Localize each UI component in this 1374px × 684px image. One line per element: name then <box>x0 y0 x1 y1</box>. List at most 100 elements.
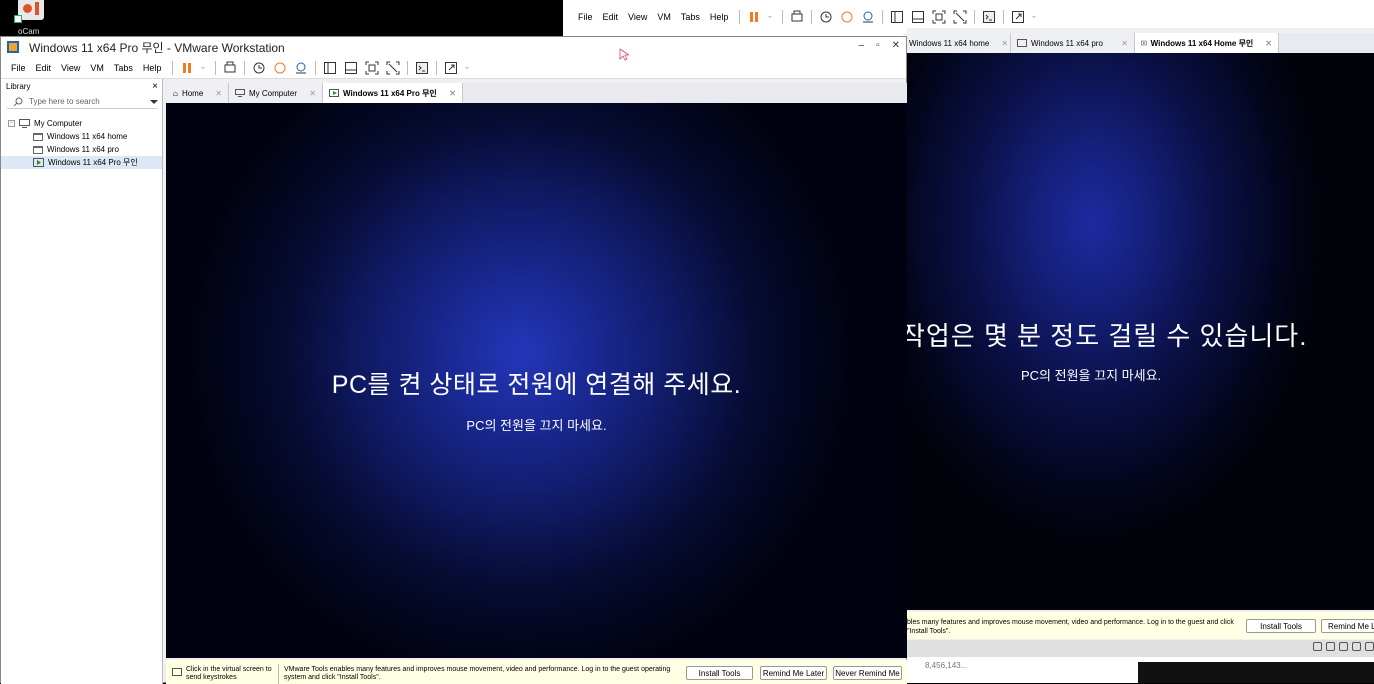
thumbnail-preview[interactable] <box>1138 662 1374 683</box>
snapshot-manager-icon[interactable] <box>294 61 308 75</box>
close-icon[interactable]: ✕ <box>1113 39 1128 48</box>
remind-me-later-button[interactable]: Remind Me Lat <box>1321 619 1374 633</box>
notification-divider <box>278 664 279 684</box>
install-tools-button[interactable]: Install Tools <box>686 666 753 680</box>
full-screen-icon[interactable] <box>932 10 946 24</box>
menu-file[interactable]: File <box>6 63 31 73</box>
pause-icon[interactable] <box>180 61 194 75</box>
close-icon[interactable]: ✕ <box>993 39 1008 48</box>
console-view-icon[interactable] <box>982 10 996 24</box>
maximize-icon[interactable]: ▫ <box>876 40 880 51</box>
tree-item-win11-pro-unattended[interactable]: Windows 11 x64 Pro 무인 <box>1 156 162 169</box>
close-icon[interactable]: ✕ <box>892 40 900 51</box>
tree-node-my-computer[interactable]: − My Computer <box>1 117 162 130</box>
toolbar-separator <box>739 10 741 24</box>
keystroke-hint-text: Click in the virtual screen to send keys… <box>186 666 272 681</box>
dropdown-arrow-icon[interactable] <box>150 98 158 106</box>
back-tab-bar: Windows 11 x64 home ✕ Windows 11 x64 pro… <box>903 33 1374 53</box>
back-menu-tabs[interactable]: Tabs <box>676 12 705 22</box>
library-close-icon[interactable]: × <box>152 81 158 92</box>
console-view-icon[interactable] <box>415 61 429 75</box>
toolbar-separator <box>436 60 438 75</box>
front-title-bar[interactable]: Windows 11 x64 Pro 무인 - VMware Workstati… <box>1 37 906 57</box>
back-menu-file[interactable]: File <box>573 12 598 22</box>
back-menu-help[interactable]: Help <box>705 12 734 22</box>
back-menu-edit[interactable]: Edit <box>598 12 624 22</box>
minimize-icon[interactable]: – <box>859 40 865 51</box>
keystroke-hint: Click in the virtual screen to send keys… <box>172 666 272 682</box>
thumbnail-bar-icon[interactable] <box>344 61 358 75</box>
chevron-down-icon[interactable] <box>768 10 775 24</box>
snapshot-icon[interactable] <box>819 10 833 24</box>
send-ctrl-alt-del-icon[interactable] <box>223 61 237 75</box>
thumbnail-bar-icon[interactable] <box>911 10 925 24</box>
window-title: Windows 11 x64 Pro 무인 - VMware Workstati… <box>29 40 285 55</box>
vm-heading: PC를 켠 상태로 전원에 연결해 주세요. <box>331 371 742 399</box>
hdd-icon[interactable] <box>1313 642 1322 651</box>
toolbar-separator <box>244 60 246 75</box>
chevron-down-icon[interactable] <box>1032 10 1039 24</box>
vm-icon <box>33 145 43 154</box>
revert-snapshot-icon[interactable] <box>273 61 287 75</box>
tab-label: Home <box>181 88 204 98</box>
menu-view[interactable]: View <box>56 63 85 73</box>
computer-icon <box>235 89 245 97</box>
unity-icon[interactable] <box>953 10 967 24</box>
revert-snapshot-icon[interactable] <box>840 10 854 24</box>
snapshot-manager-icon[interactable] <box>861 10 875 24</box>
search-input[interactable]: Type here to search <box>29 97 144 106</box>
tab-win11-pro-unattended[interactable]: Windows 11 x64 Pro 무인 ✕ <box>323 83 463 103</box>
front-vm-screen[interactable]: PC를 켠 상태로 전원에 연결해 주세요. PC의 전원을 끄지 마세요. <box>166 103 907 658</box>
full-screen-icon[interactable] <box>365 61 379 75</box>
snapshot-icon[interactable] <box>252 61 266 75</box>
back-tab-home-vm[interactable]: Windows 11 x64 home ✕ <box>903 33 1011 53</box>
ocam-desktop-shortcut[interactable]: oCam <box>10 0 50 38</box>
close-icon[interactable]: ✕ <box>301 89 316 98</box>
menu-tabs[interactable]: Tabs <box>109 63 138 73</box>
menu-edit[interactable]: Edit <box>31 63 57 73</box>
back-tools-notification: bles many features and improves mouse mo… <box>907 612 1374 639</box>
printer-icon[interactable] <box>1352 642 1361 651</box>
front-vmware-window[interactable]: Windows 11 x64 Pro 무인 - VMware Workstati… <box>0 36 907 684</box>
tab-home[interactable]: Home ✕ <box>167 83 229 103</box>
tab-my-computer[interactable]: My Computer ✕ <box>229 83 323 103</box>
tab-label: Windows 11 x64 pro <box>1031 38 1103 48</box>
tree-item-label: Windows 11 x64 home <box>47 132 128 141</box>
install-tools-button[interactable]: Install Tools <box>1246 619 1316 633</box>
stretch-guest-icon[interactable] <box>1011 10 1025 24</box>
vmware-app-icon <box>7 41 19 53</box>
back-vm-screen[interactable]: 작업은 몇 분 정도 걸릴 수 있습니다. PC의 전원을 끄지 마세요. <box>901 53 1374 610</box>
front-tab-bar: Home ✕ My Computer ✕ Windows 11 x64 Pro … <box>167 83 907 103</box>
network-icon[interactable] <box>1339 642 1348 651</box>
show-library-icon[interactable] <box>323 61 337 75</box>
stretch-guest-icon[interactable] <box>444 61 458 75</box>
back-tab-pro-vm[interactable]: Windows 11 x64 pro ✕ <box>1011 33 1135 53</box>
menu-help[interactable]: Help <box>138 63 167 73</box>
back-menu-vm[interactable]: VM <box>652 12 676 22</box>
collapse-icon[interactable]: − <box>8 120 15 127</box>
cd-icon[interactable] <box>1326 642 1335 651</box>
close-icon[interactable]: ✕ <box>441 89 456 98</box>
library-tree: − My Computer Windows 11 x64 home Window… <box>1 117 162 169</box>
show-library-icon[interactable] <box>890 10 904 24</box>
pause-icon[interactable] <box>747 10 761 24</box>
back-tab-home-unattended[interactable]: Windows 11 x64 Home 무인 ✕ <box>1135 33 1279 53</box>
unity-icon[interactable] <box>386 61 400 75</box>
tree-item-win11-home[interactable]: Windows 11 x64 home <box>1 130 162 143</box>
send-ctrl-alt-del-icon[interactable] <box>790 10 804 24</box>
tree-item-win11-pro[interactable]: Windows 11 x64 pro <box>1 143 162 156</box>
library-panel: Library × Type here to search − My Compu… <box>1 79 163 684</box>
never-remind-me-button[interactable]: Never Remind Me <box>833 666 902 680</box>
back-menu-view[interactable]: View <box>623 12 652 22</box>
usb-icon[interactable] <box>1365 642 1374 651</box>
vm-heading: 작업은 몇 분 정도 걸릴 수 있습니다. <box>901 321 1308 351</box>
home-icon <box>173 90 178 96</box>
library-search[interactable]: Type here to search <box>7 95 158 109</box>
close-icon[interactable]: ✕ <box>1257 39 1272 48</box>
chevron-down-icon[interactable] <box>465 61 472 75</box>
toolbar-separator <box>407 60 409 75</box>
chevron-down-icon[interactable] <box>201 61 208 75</box>
menu-vm[interactable]: VM <box>85 63 109 73</box>
close-icon[interactable]: ✕ <box>207 89 222 98</box>
remind-me-later-button[interactable]: Remind Me Later <box>760 666 827 680</box>
